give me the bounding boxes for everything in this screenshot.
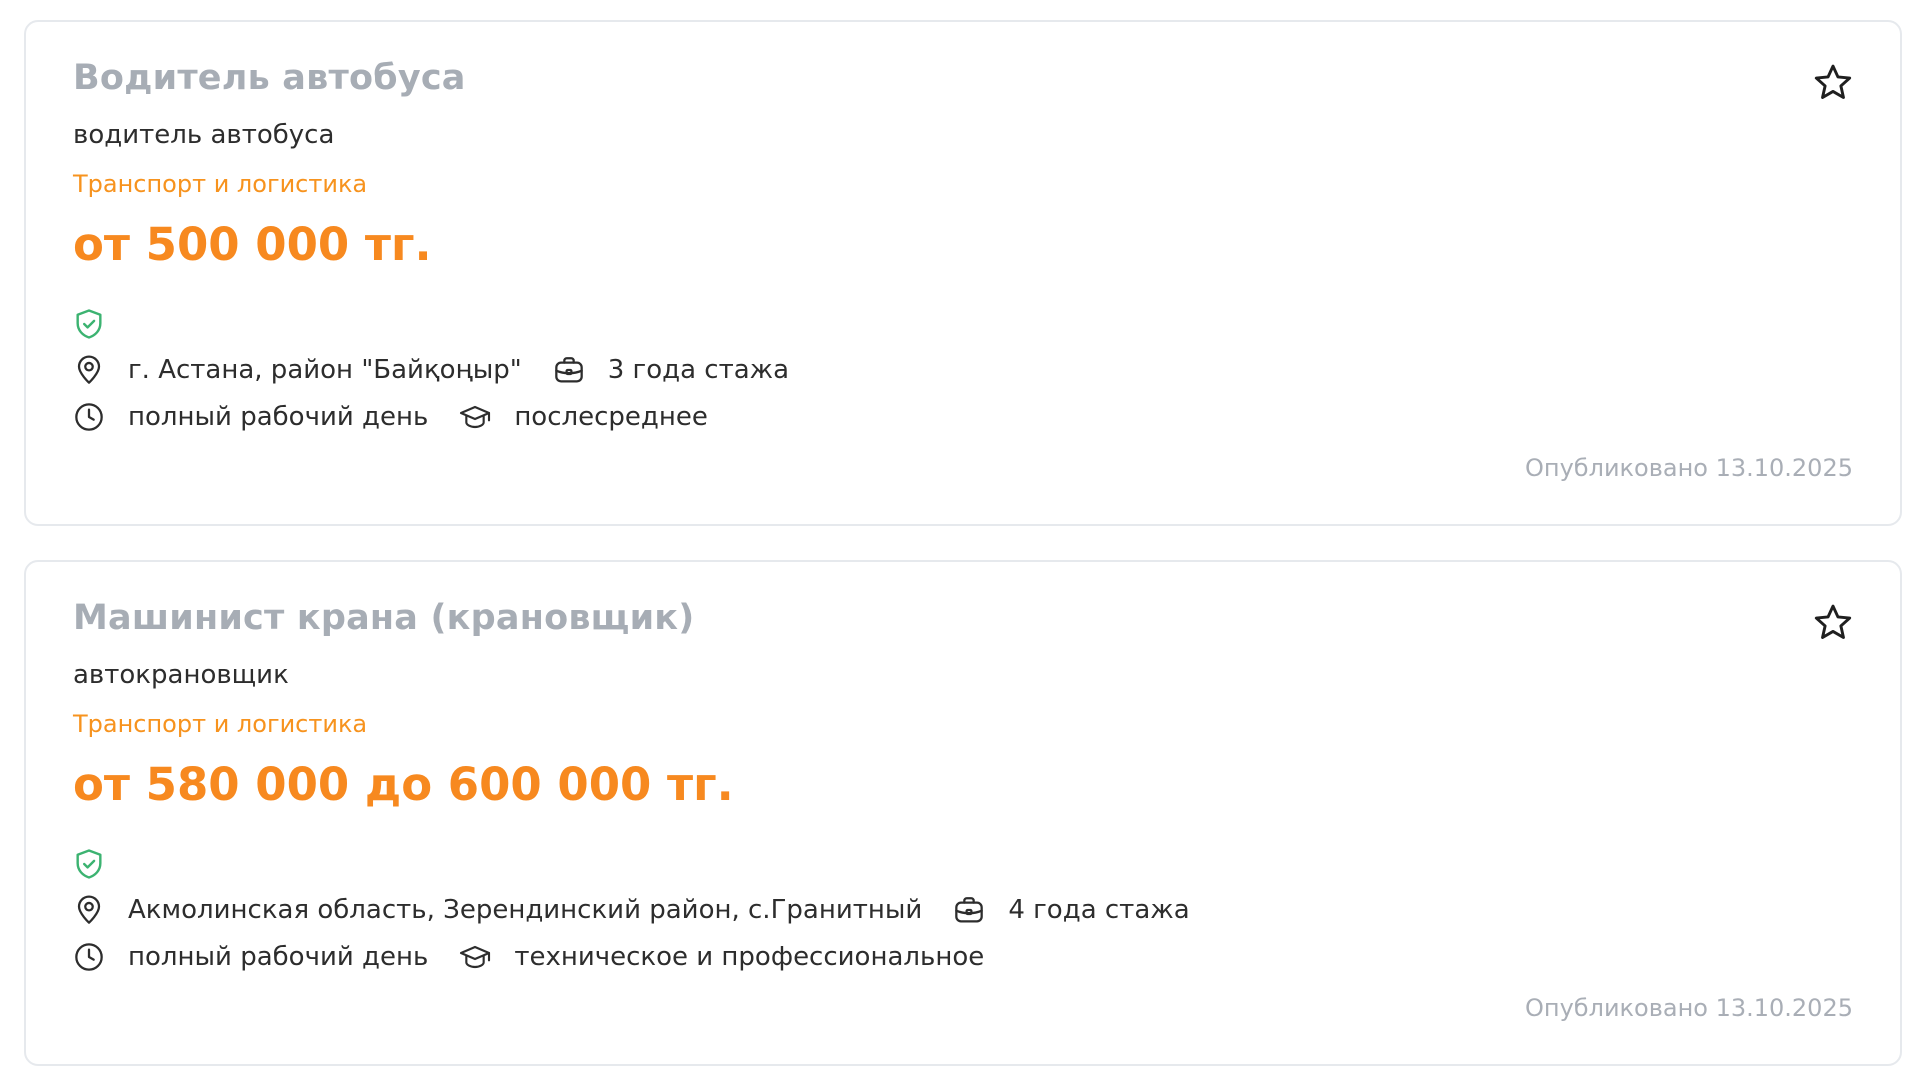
briefcase-icon <box>952 893 986 927</box>
vacancy-salary: от 580 000 до 600 000 тг. <box>73 758 734 811</box>
vacancy-category: Транспорт и логистика <box>73 710 368 738</box>
vacancy-education: техническое и профессиональное <box>514 942 985 972</box>
map-pin-icon <box>72 353 106 387</box>
vacancy-meta-row: Акмолинская область, Зерендинский район,… <box>72 892 1220 928</box>
graduation-cap-icon <box>458 940 492 974</box>
map-pin-icon <box>72 893 106 927</box>
vacancy-category: Транспорт и логистика <box>73 170 368 198</box>
star-outline-icon[interactable] <box>1810 60 1856 106</box>
graduation-cap-icon <box>458 400 492 434</box>
shield-check-icon <box>72 846 106 882</box>
vacancy-location: г. Астана, район "Байқоңыр" <box>128 355 522 385</box>
vacancy-title[interactable]: Водитель автобуса <box>73 58 466 98</box>
vacancy-experience: 3 года стажа <box>607 355 790 385</box>
star-outline-icon[interactable] <box>1810 600 1856 646</box>
briefcase-icon <box>552 353 586 387</box>
vacancy-subtitle: автокрановщик <box>73 660 289 690</box>
vacancy-schedule: полный рабочий день <box>128 942 429 972</box>
vacancy-subtitle: водитель автобуса <box>73 120 335 150</box>
vacancy-meta-row: г. Астана, район "Байқоңыр" 3 года стажа <box>72 352 819 388</box>
clock-icon <box>72 400 106 434</box>
vacancy-list: Водитель автобуса водитель автобуса Тран… <box>0 0 1920 1084</box>
published-date: Опубликовано 13.10.2025 <box>1525 994 1853 1022</box>
vacancy-salary: от 500 000 тг. <box>73 218 432 271</box>
vacancy-experience: 4 года стажа <box>1008 895 1190 925</box>
vacancy-card[interactable]: Водитель автобуса водитель автобуса Тран… <box>24 20 1902 526</box>
vacancy-card[interactable]: Машинист крана (крановщик) автокрановщик… <box>24 560 1902 1066</box>
published-date: Опубликовано 13.10.2025 <box>1525 454 1853 482</box>
vacancy-title[interactable]: Машинист крана (крановщик) <box>73 598 694 638</box>
vacancy-meta-row: полный рабочий день техническое и профес… <box>72 939 1014 975</box>
vacancy-meta-row: полный рабочий день послесреднее <box>72 399 738 435</box>
vacancy-schedule: полный рабочий день <box>128 402 429 432</box>
shield-check-icon <box>72 306 106 342</box>
vacancy-location: Акмолинская область, Зерендинский район,… <box>128 895 923 925</box>
clock-icon <box>72 940 106 974</box>
vacancy-education: послесреднее <box>514 402 708 432</box>
